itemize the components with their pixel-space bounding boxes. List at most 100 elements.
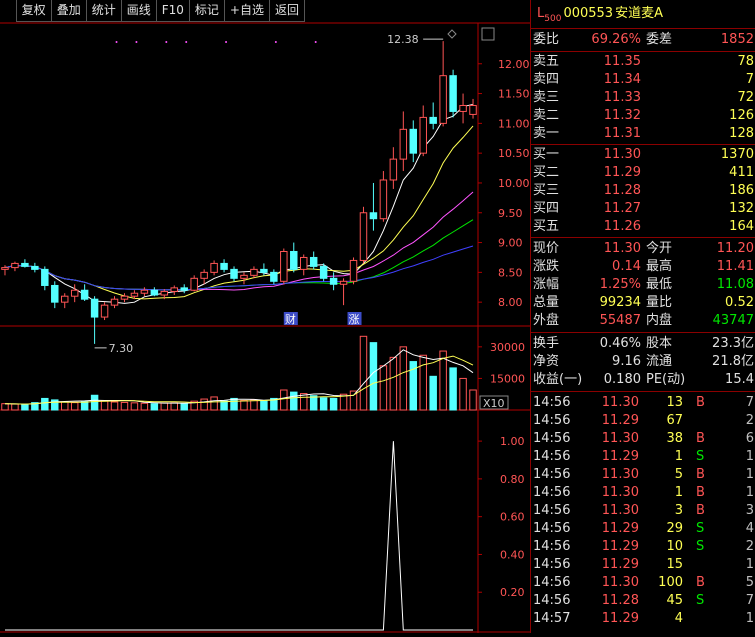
quote-value: 0.14 — [612, 259, 641, 274]
candle-body — [399, 128, 408, 160]
price-tick-label: 9.00 — [498, 237, 523, 250]
candle-body — [429, 116, 437, 124]
quote-label: 涨跌 — [533, 259, 560, 274]
candle-body — [140, 289, 149, 294]
bid-row: 买三 11.28 186 — [531, 182, 755, 200]
tick-time: 14:56 — [533, 395, 571, 410]
candle-body — [339, 280, 348, 285]
toolbar-button-6[interactable]: +自选 — [223, 0, 270, 22]
tick-time: 14:56 — [533, 413, 571, 428]
tick-price: 11.30 — [601, 575, 639, 590]
ask-row: 卖三 11.33 72 — [531, 89, 755, 107]
ma30-line — [4, 219, 474, 291]
volume-bar — [309, 395, 318, 411]
tick-side: S — [696, 449, 705, 464]
tick-list[interactable]: 14:56 11.30 13 B 7 14:56 11.29 67 2 14:56 11.30 38 B… — [531, 392, 755, 628]
toolbar-button-0[interactable]: 复权 — [15, 0, 52, 22]
volume-bar — [1, 403, 9, 411]
candle-body — [41, 268, 49, 286]
ask-price: 11.34 — [603, 72, 641, 87]
tick-price: 11.30 — [601, 485, 639, 500]
fundamental-label: PE(动) — [646, 372, 686, 387]
toolbar-button-1[interactable]: 叠加 — [50, 0, 87, 22]
quote-panel: L500 000553 安道麦A 委比 69.26% 委差 1852 卖五 11.35… — [530, 0, 755, 633]
tick-row: 14:56 11.29 10 S 2 — [531, 538, 755, 556]
tick-row: 14:56 11.29 67 2 — [531, 412, 755, 430]
volume-bar — [160, 402, 169, 411]
volume-bar — [319, 397, 328, 411]
bid-price: 11.29 — [603, 165, 641, 180]
candle-body — [31, 265, 39, 270]
candle-body — [260, 268, 268, 273]
signal-dot — [115, 41, 118, 43]
tick-count: 1 — [745, 467, 754, 482]
volume-bar — [90, 394, 99, 411]
volume-bar — [80, 401, 89, 411]
quote-label: 总量 — [533, 295, 560, 310]
signal-dot — [225, 41, 228, 43]
tick-time: 14:56 — [533, 485, 571, 500]
stock-code: 000553 — [563, 6, 614, 21]
chart-area[interactable]: 8.00 8.50 9.00 9.50 10.00 10.50 11.00 11.50 12.0… — [0, 0, 530, 633]
volume-bar — [290, 391, 298, 411]
candle-body — [180, 287, 188, 291]
tick-volume: 5 — [674, 467, 683, 482]
commission-row: 委比 69.26% 委差 1852 — [531, 29, 755, 52]
tick-side: B — [696, 395, 705, 410]
fundamental-row: 换手 0.46% 股本 23.3亿 — [531, 335, 755, 353]
toolbar-button-2[interactable]: 统计 — [85, 0, 122, 22]
quote-row: 外盘 55487 内盘 43747 — [531, 312, 755, 330]
candle-body — [290, 251, 298, 270]
quote-label: 量比 — [646, 295, 673, 310]
signal-dot — [185, 41, 188, 43]
candle-body — [329, 277, 338, 285]
ask-row: 卖二 11.32 126 — [531, 107, 755, 125]
tick-count: 1 — [745, 611, 754, 626]
fundamental-value: 9.16 — [612, 354, 641, 369]
toolbar-button-3[interactable]: 画线 — [120, 0, 157, 22]
toolbar-button-5[interactable]: 标记 — [188, 0, 225, 22]
volume-bar — [220, 400, 228, 411]
ask-label: 卖五 — [533, 54, 560, 69]
indicator-tick-label: 0.20 — [500, 586, 525, 599]
bid-price: 11.27 — [603, 201, 641, 216]
signal-dot — [274, 41, 277, 43]
ask-volume: 72 — [737, 90, 754, 105]
tick-volume: 67 — [666, 413, 683, 428]
toolbar-button-4[interactable]: F10 — [155, 0, 190, 22]
window-box-icon — [481, 27, 495, 41]
candle-body — [21, 262, 29, 267]
bid-label: 买二 — [533, 165, 560, 180]
commission-diff: 1852 — [720, 32, 754, 47]
candle-body — [110, 298, 119, 306]
candle-body — [469, 104, 477, 115]
ask-price: 11.33 — [603, 90, 641, 105]
candle-body — [190, 277, 198, 291]
tick-time: 14:56 — [533, 449, 571, 464]
volume-bar — [210, 396, 218, 411]
quote-value: 0.52 — [725, 295, 754, 310]
tick-volume: 1 — [674, 485, 683, 500]
candle-body — [160, 290, 169, 296]
volume-bar — [459, 377, 467, 411]
tick-time: 14:56 — [533, 557, 571, 572]
kline-chart[interactable]: 8.00 8.50 9.00 9.50 10.00 10.50 11.00 11.50 12.0… — [0, 0, 530, 633]
volume-bar — [60, 401, 69, 411]
event-tag: 涨 — [349, 313, 360, 326]
bid-label: 买三 — [533, 183, 560, 198]
candle-body — [250, 268, 258, 276]
bid-volume: 411 — [729, 165, 754, 180]
candle-body — [419, 116, 427, 154]
toolbar-button-7[interactable]: 返回 — [268, 0, 305, 22]
volume-bar — [250, 399, 258, 411]
fundamental-label: 净资 — [533, 354, 560, 369]
quote-row: 总量 99234 量比 0.52 — [531, 294, 755, 312]
volume-bar — [230, 397, 238, 411]
bid-row: 买二 11.29 411 — [531, 164, 755, 182]
ask-row: 卖五 11.35 78 — [531, 53, 755, 71]
candle-body — [51, 284, 59, 303]
candle-body — [439, 75, 447, 124]
candle-body — [80, 289, 89, 300]
tick-row: 14:56 11.30 13 B 7 — [531, 394, 755, 412]
candle-body — [220, 262, 228, 270]
